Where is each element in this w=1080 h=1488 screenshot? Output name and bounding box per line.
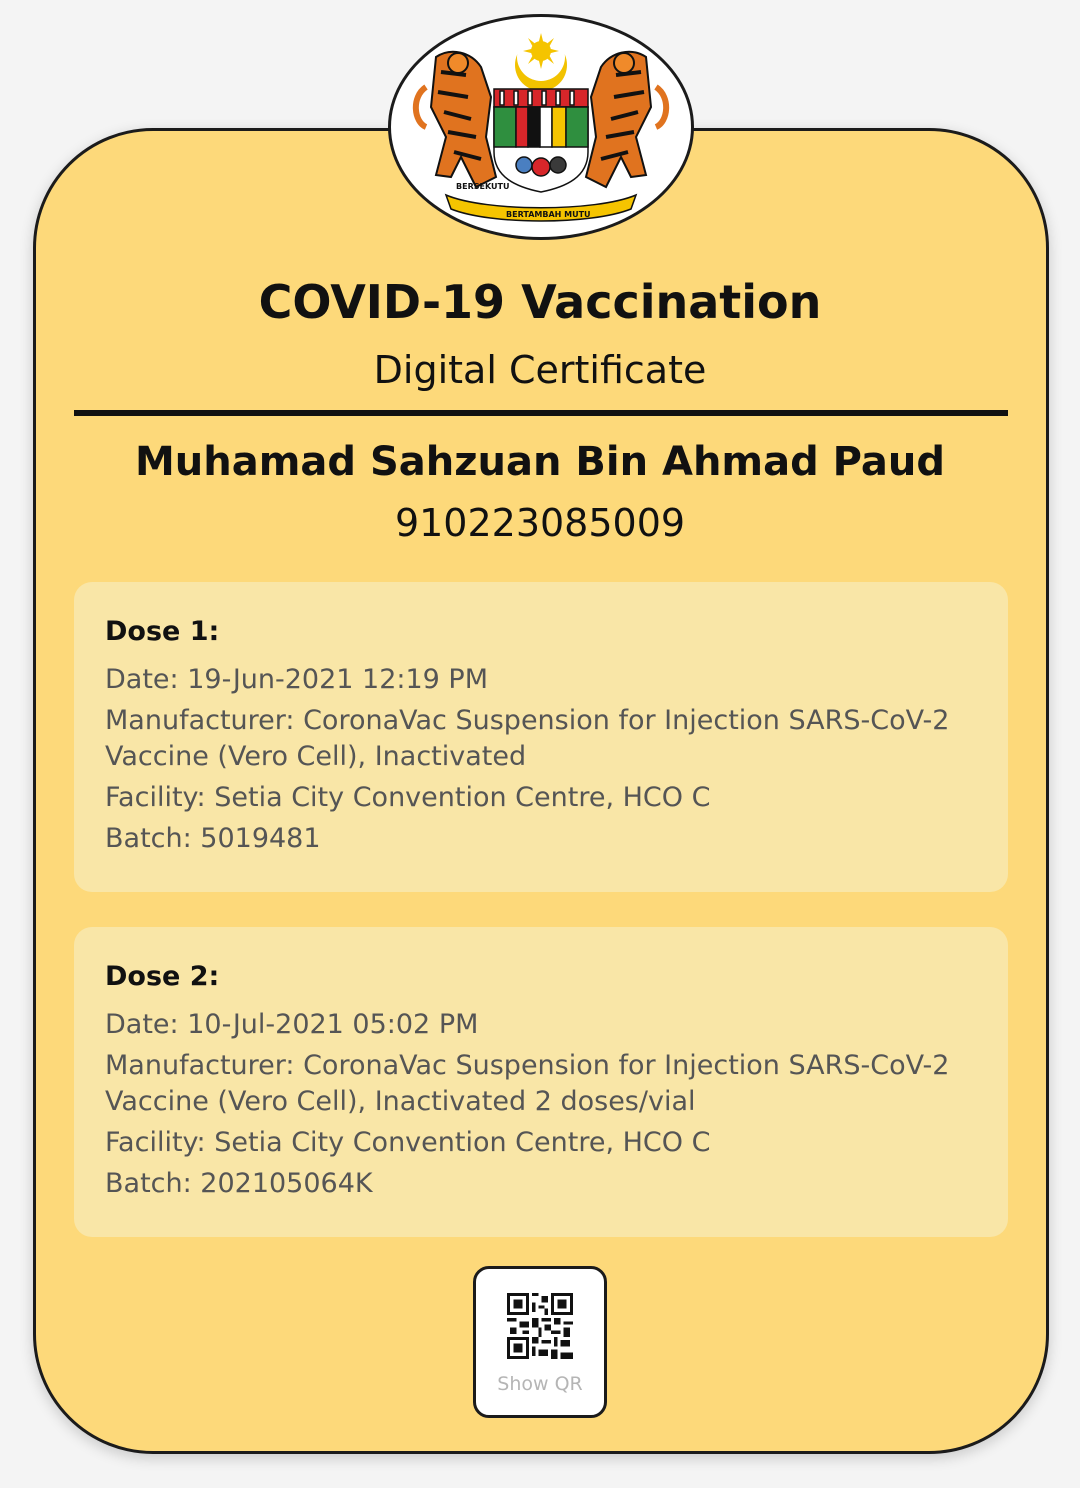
dose-title: Dose 2: — [105, 961, 220, 992]
show-qr-label: Show QR — [497, 1373, 583, 1395]
motto-center: BERTAMBAH MUTU — [506, 210, 591, 219]
dose-date: Date: 19-Jun-2021 12:19 PM — [105, 664, 489, 695]
holder-id-number: 910223085009 — [394, 501, 686, 545]
certificate-page: BERSEKUTU BERTAMBAH MUTU COVID-19 Vaccin… — [0, 0, 1080, 1488]
dose-manufacturer: Manufacturer: CoronaVac Suspension for I… — [105, 705, 950, 772]
coat-of-arms-icon: BERSEKUTU BERTAMBAH MUTU — [412, 33, 670, 222]
dose-facility: Facility: Setia City Convention Centre, … — [105, 782, 711, 813]
dose-title: Dose 1: — [105, 616, 220, 647]
dose-batch: Batch: 5019481 — [105, 823, 321, 854]
show-qr-button[interactable]: Show QR — [473, 1266, 607, 1418]
holder-name: Muhamad Sahzuan Bin Ahmad Paud — [134, 439, 946, 485]
certificate-subtitle: Digital Certificate — [373, 348, 707, 392]
certificate-title: COVID-19 Vaccination — [258, 275, 822, 329]
dose-manufacturer: Manufacturer: CoronaVac Suspension for I… — [105, 1050, 950, 1117]
title-divider — [74, 410, 1008, 416]
dose-date: Date: 10-Jul-2021 05:02 PM — [105, 1009, 479, 1040]
coat-of-arms-emblem: BERSEKUTU BERTAMBAH MUTU — [388, 14, 694, 240]
dose-batch: Batch: 202105064K — [105, 1168, 373, 1199]
dose-card: Dose 1: Date: 19-Jun-2021 12:19 PM Manuf… — [74, 582, 1008, 892]
motto-left: BERSEKUTU — [456, 182, 509, 191]
qr-code-icon — [507, 1293, 573, 1359]
dose-facility: Facility: Setia City Convention Centre, … — [105, 1127, 711, 1158]
dose-card: Dose 2: Date: 10-Jul-2021 05:02 PM Manuf… — [74, 927, 1008, 1237]
